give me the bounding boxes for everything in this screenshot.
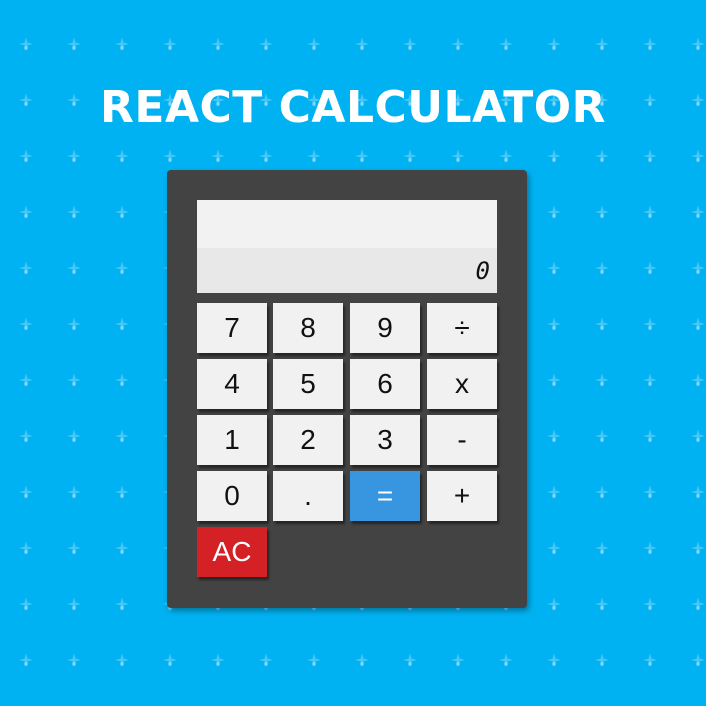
key-1[interactable]: 1: [197, 415, 267, 465]
key-0[interactable]: 0: [197, 471, 267, 521]
key-5[interactable]: 5: [273, 359, 343, 409]
decimal-key[interactable]: .: [273, 471, 343, 521]
all-clear-key[interactable]: AC: [197, 527, 267, 577]
multiply-key[interactable]: x: [427, 359, 497, 409]
key-9[interactable]: 9: [350, 303, 420, 353]
calculator-display: 0: [197, 200, 497, 293]
equals-key[interactable]: =: [350, 471, 420, 521]
key-4[interactable]: 4: [197, 359, 267, 409]
divide-key[interactable]: ÷: [427, 303, 497, 353]
key-3[interactable]: 3: [350, 415, 420, 465]
subtract-key[interactable]: -: [427, 415, 497, 465]
add-key[interactable]: +: [427, 471, 497, 521]
calculator: 0 7 8 9 ÷ 4 5 6 x 1 2 3 - 0 . = + AC: [167, 170, 527, 608]
previous-operand: [197, 200, 497, 248]
key-7[interactable]: 7: [197, 303, 267, 353]
page-title: REACT CALCULATOR: [100, 82, 606, 133]
current-operand: 0: [475, 257, 490, 285]
key-6[interactable]: 6: [350, 359, 420, 409]
key-2[interactable]: 2: [273, 415, 343, 465]
key-8[interactable]: 8: [273, 303, 343, 353]
